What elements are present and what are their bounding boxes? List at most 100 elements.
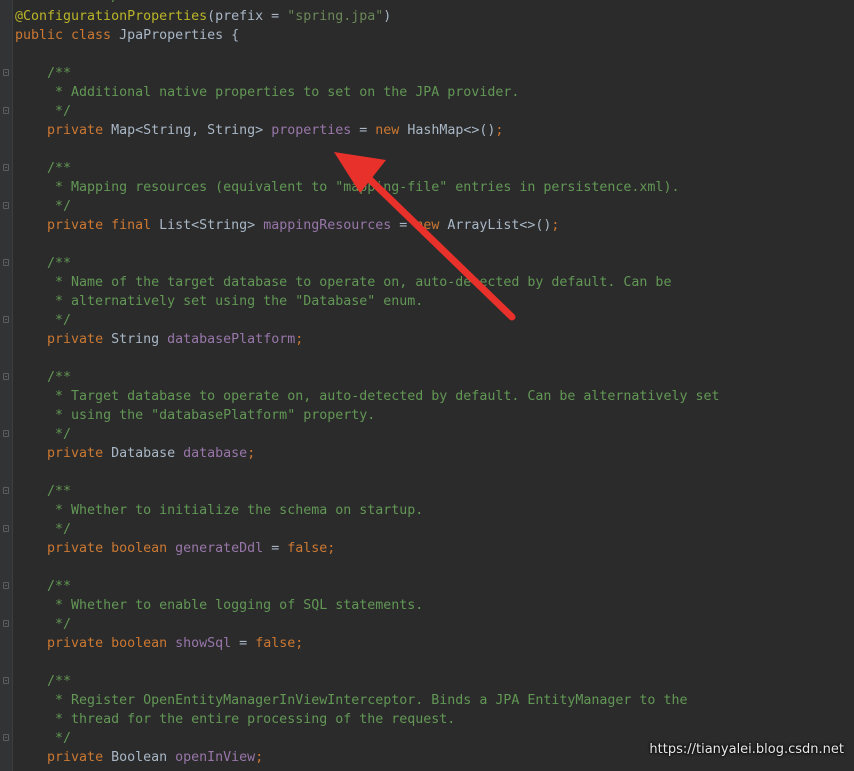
code-line[interactable] — [15, 558, 719, 577]
code-line[interactable]: private String databasePlatform; — [15, 330, 719, 349]
fold-icon[interactable] — [3, 525, 9, 532]
code-line[interactable]: /** — [15, 482, 719, 501]
code-token: = — [231, 636, 256, 651]
code-token: */ — [55, 104, 72, 119]
code-token: (prefix = — [207, 9, 288, 24]
fold-icon[interactable] — [3, 69, 9, 76]
fold-icon[interactable] — [3, 582, 9, 589]
code-token: /** — [47, 66, 72, 81]
code-line[interactable]: * Whether to initialize the schema on st… — [15, 501, 719, 520]
code-token: /** — [47, 256, 72, 271]
code-token: * using the "databasePlatform" property. — [55, 408, 376, 423]
code-line[interactable]: /** — [15, 577, 719, 596]
code-token: database — [183, 446, 248, 461]
code-line[interactable]: * Whether to enable logging of SQL state… — [15, 596, 719, 615]
code-line[interactable]: */ — [15, 425, 719, 444]
fold-icon[interactable] — [3, 202, 9, 209]
code-editor[interactable]: */ @ConfigurationProperties(prefix = "spr… — [0, 0, 854, 771]
fold-icon[interactable] — [3, 487, 9, 494]
code-line[interactable]: private Boolean openInView; — [15, 748, 719, 767]
code-line[interactable]: private Map<String, String> properties =… — [15, 121, 719, 140]
fold-icon[interactable] — [3, 620, 9, 627]
code-line[interactable]: * Mapping resources (equivalent to "mapp… — [15, 178, 719, 197]
code-line[interactable]: * Additional native properties to set on… — [15, 83, 719, 102]
code-line[interactable]: */ — [15, 0, 719, 7]
code-token: showSql — [175, 636, 232, 651]
fold-icon[interactable] — [3, 316, 9, 323]
fold-icon[interactable] — [3, 734, 9, 741]
code-line[interactable] — [15, 235, 719, 254]
code-token: public class — [15, 28, 120, 43]
code-line[interactable]: */ — [15, 311, 719, 330]
code-line[interactable] — [15, 653, 719, 672]
code-token: * Additional native properties to set on… — [55, 85, 520, 100]
code-line[interactable]: */ — [15, 102, 719, 121]
source-code[interactable]: */ @ConfigurationProperties(prefix = "spr… — [15, 0, 719, 767]
code-line[interactable]: */ — [15, 197, 719, 216]
code-line[interactable]: */ — [15, 615, 719, 634]
code-token: false; — [287, 541, 336, 556]
code-token: mappingResources — [263, 218, 392, 233]
code-token: /** — [47, 674, 72, 689]
code-token: */ — [55, 313, 72, 328]
gutter — [0, 0, 13, 771]
code-line[interactable]: * thread for the entire processing of th… — [15, 710, 719, 729]
code-token: @ConfigurationProperties — [15, 9, 208, 24]
code-line[interactable]: * Register OpenEntityManagerInViewInterc… — [15, 691, 719, 710]
code-line[interactable]: /** — [15, 672, 719, 691]
code-line[interactable] — [15, 140, 719, 159]
code-token: */ — [55, 199, 72, 214]
code-line[interactable] — [15, 45, 719, 64]
code-line[interactable]: * using the "databasePlatform" property. — [15, 406, 719, 425]
code-line[interactable]: * Target database to operate on, auto-de… — [15, 387, 719, 406]
code-line[interactable]: /** — [15, 64, 719, 83]
code-token: = — [263, 541, 288, 556]
code-line[interactable]: */ — [15, 729, 719, 748]
code-line[interactable]: private boolean showSql = false; — [15, 634, 719, 653]
code-line[interactable]: private boolean generateDdl = false; — [15, 539, 719, 558]
code-line[interactable] — [15, 463, 719, 482]
code-line[interactable]: /** — [15, 254, 719, 273]
code-line[interactable]: @ConfigurationProperties(prefix = "sprin… — [15, 7, 719, 26]
fold-icon[interactable] — [3, 107, 9, 114]
code-line[interactable]: private final List<String> mappingResour… — [15, 216, 719, 235]
code-token: ; — [495, 123, 504, 138]
fold-icon[interactable] — [3, 259, 9, 266]
code-token: * Mapping resources (equivalent to "mapp… — [55, 180, 680, 195]
code-token: /** — [47, 579, 72, 594]
code-line[interactable] — [15, 349, 719, 368]
fold-icon[interactable] — [3, 430, 9, 437]
code-token: ; — [255, 750, 264, 765]
code-token: * Whether to enable logging of SQL state… — [55, 598, 424, 613]
code-line[interactable]: /** — [15, 159, 719, 178]
fold-icon[interactable] — [3, 373, 9, 380]
code-line[interactable]: /** — [15, 368, 719, 387]
code-token: */ — [55, 522, 72, 537]
code-token: HashMap<>() — [407, 123, 496, 138]
code-token: */ — [55, 427, 72, 442]
code-line[interactable]: */ — [15, 520, 719, 539]
fold-icon[interactable] — [3, 164, 9, 171]
code-token: /** — [47, 370, 72, 385]
code-line[interactable]: * alternatively set using the "Database"… — [15, 292, 719, 311]
fold-icon[interactable] — [3, 677, 9, 684]
code-line[interactable]: private Database database; — [15, 444, 719, 463]
code-token: properties — [271, 123, 352, 138]
code-line[interactable]: * Name of the target database to operate… — [15, 273, 719, 292]
code-line[interactable]: public class JpaProperties { — [15, 26, 719, 45]
code-token: private — [47, 446, 112, 461]
